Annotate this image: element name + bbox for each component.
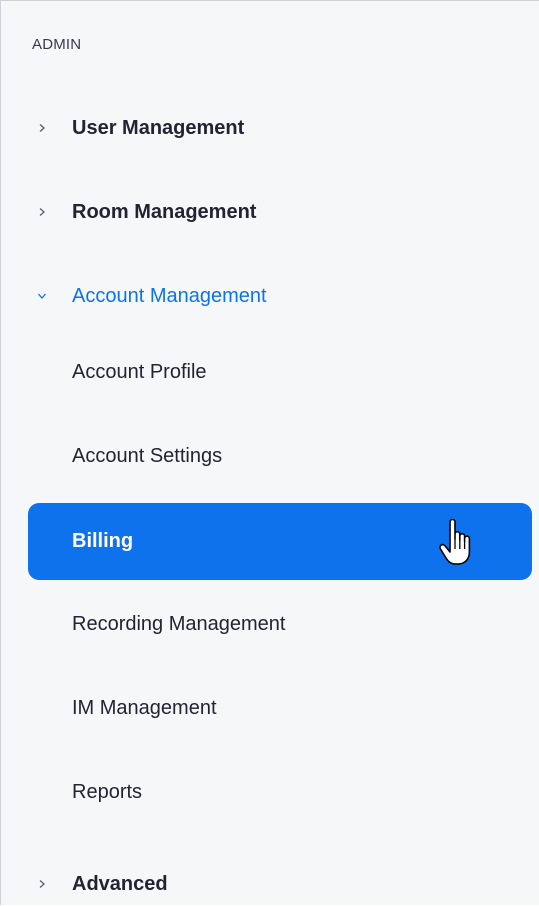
sidebar-item-label: Account Profile — [72, 360, 207, 383]
sidebar-item-im-management[interactable]: IM Management — [1, 686, 539, 730]
sidebar-item-label: User Management — [72, 116, 245, 139]
sidebar-item-account-settings[interactable]: Account Settings — [1, 434, 539, 478]
admin-sidebar: ADMIN User Management Room Management Ac… — [0, 0, 539, 905]
chevron-down-icon — [35, 289, 49, 303]
sidebar-item-room-management[interactable]: Room Management — [1, 190, 539, 234]
sidebar-item-account-profile[interactable]: Account Profile — [1, 350, 539, 394]
sidebar-item-label: Recording Management — [72, 612, 286, 635]
sidebar-item-label: Reports — [72, 780, 143, 803]
sidebar-item-label: Account Settings — [72, 444, 223, 467]
sidebar-item-label: Room Management — [72, 200, 257, 223]
sidebar-item-label: IM Management — [72, 696, 217, 719]
admin-section-header: ADMIN — [32, 36, 82, 53]
chevron-right-icon — [35, 877, 49, 891]
sidebar-item-label: Billing — [72, 529, 134, 552]
sidebar-item-user-management[interactable]: User Management — [1, 106, 539, 150]
sidebar-item-recording-management[interactable]: Recording Management — [1, 602, 539, 646]
chevron-right-icon — [35, 205, 49, 219]
sidebar-item-advanced[interactable]: Advanced — [1, 862, 539, 906]
sidebar-item-label: Advanced — [72, 872, 168, 895]
sidebar-item-reports[interactable]: Reports — [1, 770, 539, 814]
sidebar-item-label: Account Management — [72, 284, 267, 307]
chevron-right-icon — [35, 121, 49, 135]
hand-pointer-icon — [439, 519, 471, 565]
sidebar-item-account-management[interactable]: Account Management — [1, 274, 539, 318]
